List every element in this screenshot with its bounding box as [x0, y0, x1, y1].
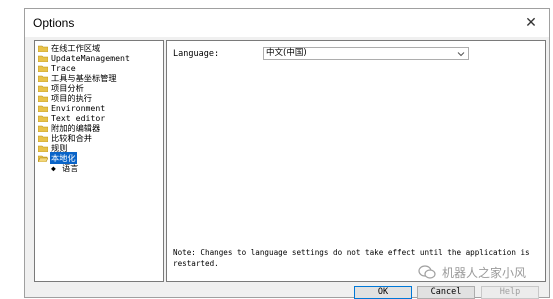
tree-item-environment[interactable]: Environment [38, 103, 106, 113]
help-button[interactable]: Help [481, 286, 539, 299]
dialog-title: Options [33, 16, 75, 30]
folder-icon [38, 75, 48, 82]
tree-item-label: 语言 [62, 163, 79, 173]
tree-item-label: Environment [51, 103, 106, 113]
options-tree[interactable]: 在线工作区域 UpdateManagement Trace 工具与基坐标管理 项… [34, 40, 164, 282]
chat-bubble-icon [418, 265, 436, 279]
folder-icon [38, 95, 48, 102]
folder-icon [38, 125, 48, 132]
close-icon[interactable]: ✕ [521, 13, 541, 33]
open-folder-icon [38, 155, 48, 162]
tree-item-project-execution[interactable]: 项目的执行 [38, 93, 93, 103]
folder-icon [38, 105, 48, 112]
folder-icon [38, 45, 48, 52]
tree-item-label: UpdateManagement [51, 53, 130, 63]
diamond-bullet-icon: ◆ [51, 163, 56, 173]
folder-icon [38, 85, 48, 92]
folder-icon [38, 55, 48, 62]
language-select-value: 中文(中国) [266, 48, 307, 58]
watermark: 机器人之家小风 [418, 260, 526, 284]
folder-icon [38, 115, 48, 122]
settings-panel: Language: 中文(中国) Note: Changes to langua… [166, 40, 546, 282]
tree-item-language[interactable]: ◆ 语言 [51, 163, 78, 173]
folder-icon [38, 135, 48, 142]
language-select[interactable]: 中文(中国) [263, 47, 469, 60]
ok-button[interactable]: OK [354, 286, 412, 299]
folder-icon [38, 145, 48, 152]
options-dialog: Options ✕ 在线工作区域 UpdateManagement Trace … [24, 8, 550, 299]
tree-item-online-workspace[interactable]: 在线工作区域 [38, 43, 101, 53]
language-label: Language: [173, 49, 220, 59]
folder-icon [38, 65, 48, 72]
cancel-button[interactable]: Cancel [417, 286, 475, 299]
watermark-text: 机器人之家小风 [442, 265, 527, 280]
chevron-down-icon [457, 52, 465, 57]
title-bar: Options ✕ [25, 9, 549, 37]
tree-item-update-management[interactable]: UpdateManagement [38, 53, 131, 63]
